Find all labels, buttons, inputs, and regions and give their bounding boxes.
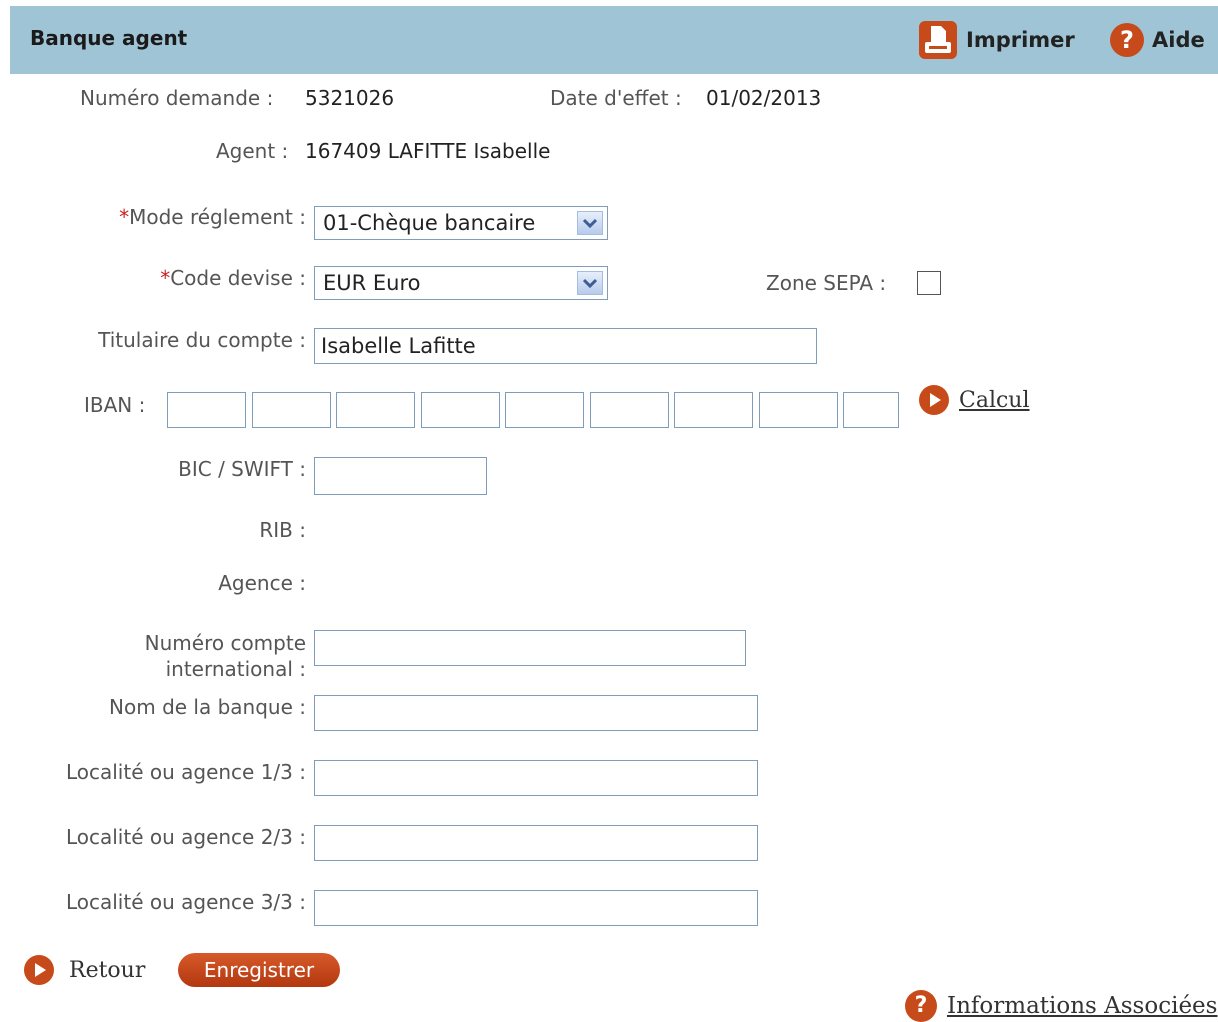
iban-part-2[interactable]	[252, 392, 331, 428]
arrow-right-icon	[24, 955, 54, 985]
code-devise-label: *Code devise :	[160, 266, 306, 290]
mode-reglement-value: 01-Chèque bancaire	[323, 211, 536, 235]
enregistrer-button[interactable]: Enregistrer	[178, 953, 340, 987]
print-label: Imprimer	[966, 28, 1075, 52]
arrow-right-icon	[919, 385, 949, 415]
code-devise-select[interactable]: EUR Euro	[314, 266, 608, 300]
chevron-down-icon[interactable]	[577, 211, 603, 235]
date-value: 01/02/2013	[706, 86, 822, 110]
localite-1-input[interactable]	[314, 760, 758, 796]
iban-label: IBAN :	[84, 393, 146, 417]
rib-label: RIB :	[259, 518, 306, 542]
nom-banque-input[interactable]	[314, 695, 758, 731]
mode-reglement-select[interactable]: 01-Chèque bancaire	[314, 206, 608, 240]
code-devise-value: EUR Euro	[323, 271, 421, 295]
titulaire-input[interactable]: Isabelle Lafitte	[314, 328, 817, 364]
help-button[interactable]: ? Aide	[1110, 23, 1205, 57]
agent-value: 167409 LAFITTE Isabelle	[305, 139, 551, 163]
iban-part-7[interactable]	[674, 392, 753, 428]
iban-part-1[interactable]	[167, 392, 246, 428]
help-icon: ?	[905, 990, 937, 1022]
iban-part-9[interactable]	[843, 392, 899, 428]
informations-associees-link[interactable]: ? Informations Associées	[905, 990, 1217, 1022]
numero-compte-input[interactable]	[314, 630, 746, 666]
calcul-label[interactable]: Calcul	[959, 388, 1030, 413]
chevron-down-icon[interactable]	[577, 271, 603, 295]
page-title: Banque agent	[30, 26, 188, 50]
print-button[interactable]: Imprimer	[918, 20, 1075, 60]
agence-label: Agence :	[218, 571, 306, 595]
required-mark: *	[119, 205, 130, 229]
calcul-link[interactable]: Calcul	[919, 385, 1030, 415]
help-icon: ?	[1110, 23, 1144, 57]
iban-part-6[interactable]	[590, 392, 669, 428]
localite-3-label: Localité ou agence 3/3 :	[65, 890, 306, 914]
iban-part-4[interactable]	[421, 392, 500, 428]
nom-banque-label: Nom de la banque :	[109, 695, 306, 719]
localite-2-label: Localité ou agence 2/3 :	[65, 825, 306, 849]
date-label: Date d'effet :	[550, 86, 682, 110]
iban-part-5[interactable]	[505, 392, 584, 428]
bic-label: BIC / SWIFT :	[178, 457, 306, 481]
agent-label: Agent :	[216, 139, 289, 163]
mode-reglement-label: *Mode réglement :	[119, 205, 306, 229]
bic-input[interactable]	[314, 457, 487, 495]
retour-label[interactable]: Retour	[69, 958, 145, 983]
localite-3-input[interactable]	[314, 890, 758, 926]
help-label: Aide	[1152, 28, 1205, 52]
required-mark: *	[160, 266, 171, 290]
printer-icon	[919, 21, 957, 59]
header-bar: Banque agent Imprimer ? Aide	[10, 6, 1218, 74]
zone-sepa-checkbox[interactable]	[917, 271, 941, 295]
localite-2-input[interactable]	[314, 825, 758, 861]
zone-sepa-label: Zone SEPA :	[766, 271, 887, 295]
iban-part-3[interactable]	[336, 392, 415, 428]
numero-compte-label: Numéro compte international :	[144, 631, 306, 681]
numero-label: Numéro demande :	[80, 86, 274, 110]
titulaire-label: Titulaire du compte :	[98, 328, 306, 352]
iban-part-8[interactable]	[759, 392, 838, 428]
localite-1-label: Localité ou agence 1/3 :	[65, 760, 306, 784]
numero-value: 5321026	[305, 86, 395, 110]
retour-button[interactable]: Retour	[24, 955, 145, 985]
informations-associees-label[interactable]: Informations Associées	[947, 993, 1217, 1019]
